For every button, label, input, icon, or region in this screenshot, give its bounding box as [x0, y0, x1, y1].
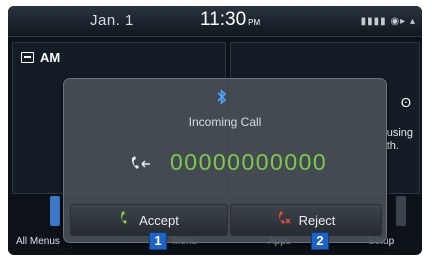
callout-badge-2: 2	[311, 232, 329, 250]
reject-phone-glyph	[278, 211, 291, 224]
status-icons: ▮▮▮▮ ◉▸ ▴	[360, 16, 416, 27]
status-bar: Jan. 1 11:30 PM ▮▮▮▮ ◉▸ ▴	[8, 6, 422, 37]
phone-tile-line2: th.	[386, 140, 399, 152]
bluetooth-icon: ʘ	[400, 95, 411, 110]
incoming-call-icon	[130, 155, 152, 175]
phone-tile-line1: using	[386, 127, 413, 139]
clock-time: 11:30	[200, 9, 247, 30]
accept-phone-icon	[119, 211, 131, 229]
infotainment-screen: Jan. 1 11:30 PM ▮▮▮▮ ◉▸ ▴ AM ʘ using th. …	[8, 6, 422, 255]
setup-icon[interactable]	[396, 196, 406, 226]
all-menus-button[interactable]: All Menus	[16, 236, 60, 247]
status-time: 11:30 PM	[200, 9, 260, 31]
accept-label: Accept	[139, 212, 179, 228]
reject-label: Reject	[298, 212, 336, 228]
radio-label: AM	[21, 50, 60, 65]
accept-phone-glyph	[121, 211, 128, 224]
phone-tile-text: using th.	[387, 127, 413, 153]
radio-icon	[21, 52, 34, 63]
bluetooth-glyph	[217, 89, 227, 105]
clock-ampm: PM	[248, 18, 261, 27]
caller-number: 00000000000	[170, 149, 328, 175]
incoming-call-popup: Incoming Call 00000000000 Accept Reject	[63, 78, 387, 243]
reject-phone-icon	[277, 211, 291, 229]
radio-band: AM	[40, 50, 61, 65]
popup-title: Incoming Call	[188, 115, 262, 129]
reject-button[interactable]: Reject	[230, 204, 382, 236]
incoming-call-glyph	[131, 156, 150, 169]
callout-badge-1: 1	[149, 232, 167, 250]
status-date: Jan. 1	[90, 12, 134, 29]
bluetooth-icon	[217, 89, 227, 108]
all-menus-icon[interactable]	[50, 196, 60, 226]
